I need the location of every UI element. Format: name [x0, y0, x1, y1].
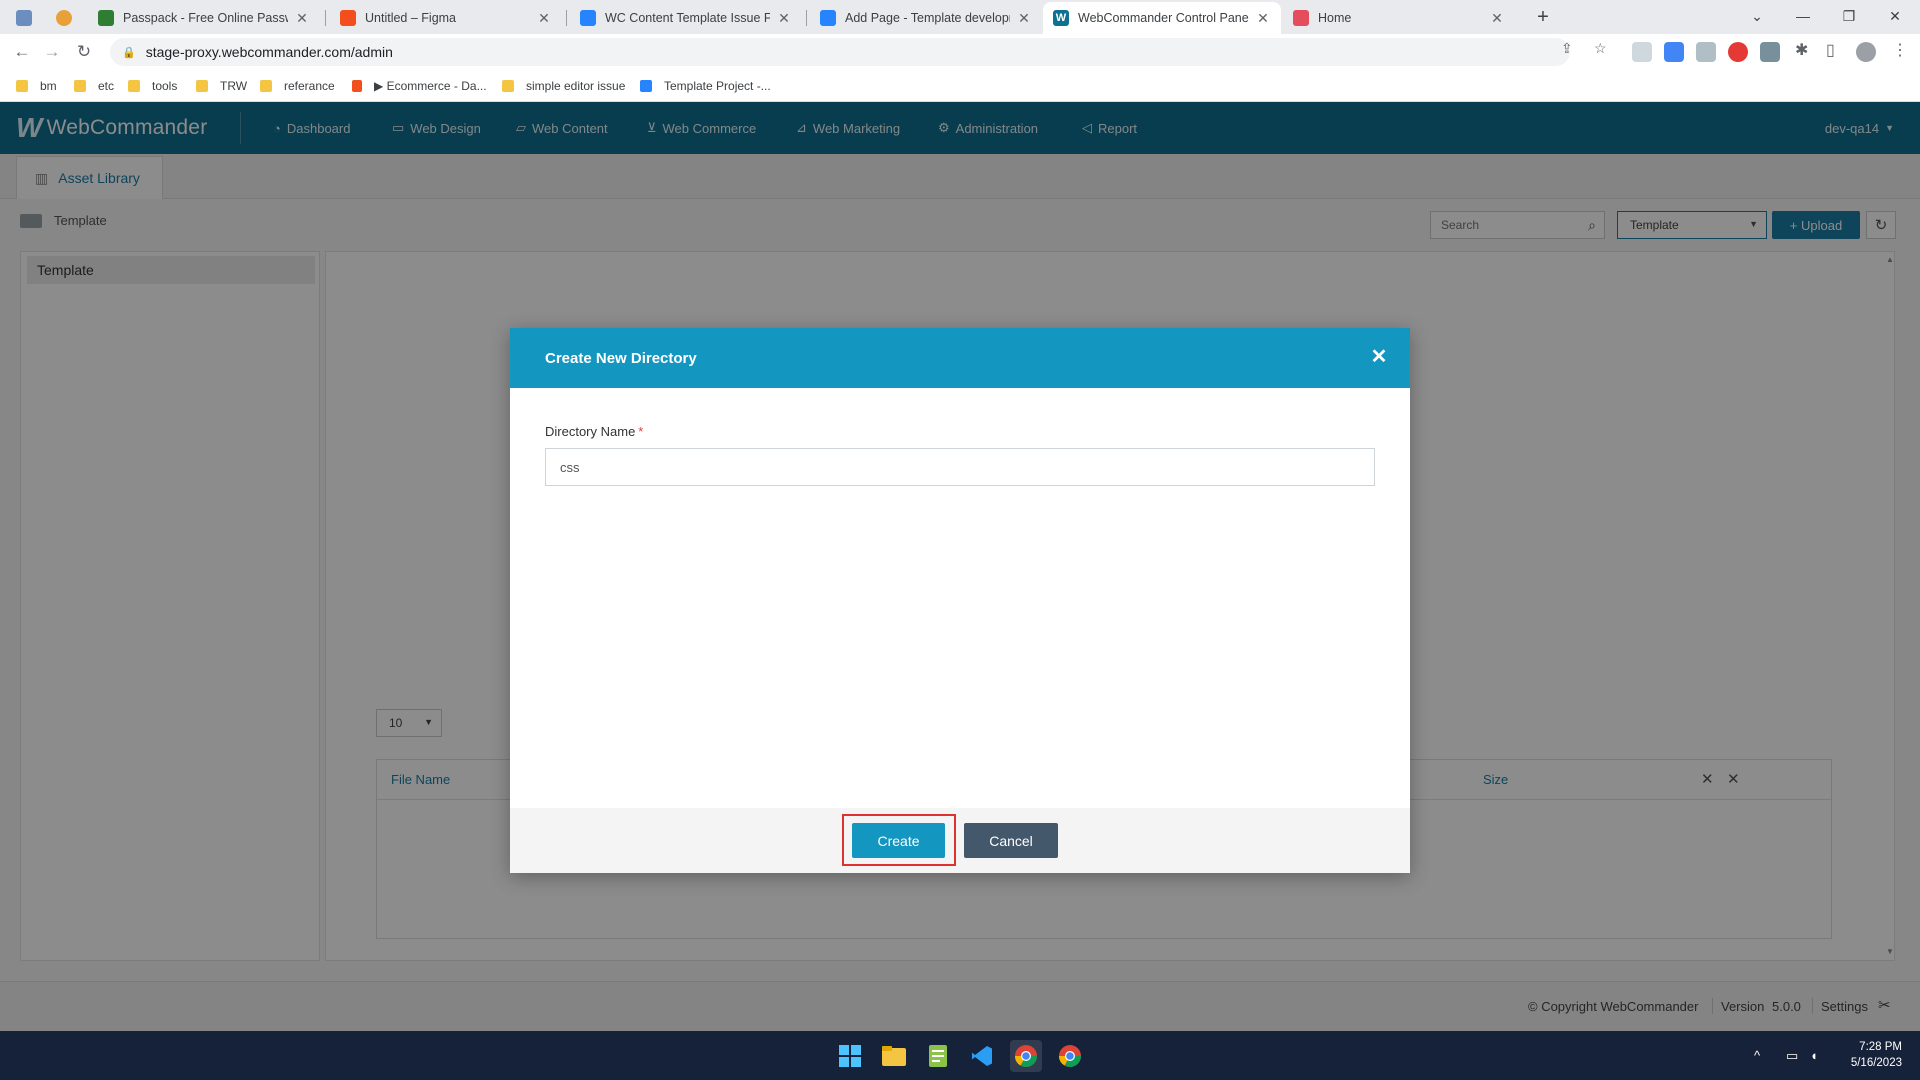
- close-icon[interactable]: ✕: [1489, 10, 1505, 27]
- restore-icon[interactable]: ❐: [1826, 0, 1872, 34]
- dialog-body: Directory Name *: [510, 388, 1410, 808]
- reload-icon[interactable]: ↻: [72, 40, 96, 64]
- close-icon[interactable]: ✕: [1016, 10, 1032, 27]
- browser-tab-1[interactable]: [46, 2, 86, 34]
- bookmark-template-project[interactable]: Template Project -...: [640, 76, 771, 96]
- browser-tab-add-page[interactable]: Add Page - Template developme ✕: [810, 2, 1042, 34]
- cancel-button[interactable]: Cancel: [964, 823, 1058, 858]
- windows-taskbar: ^ ▭ ◖ 7:28 PM 5/16/2023: [0, 1031, 1920, 1080]
- minimize-icon[interactable]: —: [1780, 0, 1826, 34]
- close-icon[interactable]: ✕: [1368, 346, 1390, 368]
- folder-icon: [128, 80, 140, 92]
- folder-icon: [196, 80, 208, 92]
- forward-icon[interactable]: →: [40, 40, 64, 64]
- folder-icon: [502, 80, 514, 92]
- side-panel-icon[interactable]: ▯: [1826, 40, 1835, 64]
- browser-tab-0[interactable]: [6, 2, 46, 34]
- tab-title: Passpack - Free Online Password: [123, 11, 288, 25]
- system-clock[interactable]: 7:28 PM 5/16/2023: [1851, 1039, 1902, 1071]
- profile-avatar[interactable]: [1856, 42, 1876, 62]
- window-close-icon[interactable]: ✕: [1872, 0, 1918, 34]
- tab-title: Add Page - Template developme: [845, 11, 1010, 25]
- create-button[interactable]: Create: [852, 823, 945, 858]
- folder-icon: [16, 80, 28, 92]
- pinned-tab-icon: [16, 10, 32, 26]
- jira-icon: [820, 10, 836, 26]
- tab-title: WC Content Template Issue Fixin: [605, 11, 770, 25]
- webcommander-icon: W: [1053, 10, 1069, 26]
- tab-separator: [325, 10, 326, 26]
- browser-tab-strip: Passpack - Free Online Password ✕ Untitl…: [0, 0, 1920, 34]
- bookmark-ecommerce[interactable]: ▶ Ecommerce - Da...: [352, 76, 487, 96]
- chrome-icon[interactable]: [1010, 1040, 1042, 1072]
- close-icon[interactable]: ✕: [776, 10, 792, 27]
- bookmark-star-icon[interactable]: ☆: [1594, 40, 1607, 64]
- tab-title: Home: [1318, 11, 1352, 25]
- volume-icon[interactable]: ◖: [1810, 1031, 1818, 1080]
- directory-name-label: Directory Name *: [545, 424, 644, 439]
- vscode-icon[interactable]: [966, 1040, 998, 1072]
- close-icon[interactable]: ✕: [536, 10, 552, 27]
- browser-tab-figma[interactable]: Untitled – Figma ✕: [330, 2, 562, 34]
- browser-tab-passpack[interactable]: Passpack - Free Online Password ✕: [88, 2, 320, 34]
- tab-separator: [566, 10, 567, 26]
- browser-tab-webcommander[interactable]: W WebCommander Control Panel ✕: [1043, 2, 1281, 34]
- dialog-title: Create New Directory: [545, 349, 697, 367]
- bookmark-folder-trw[interactable]: TRW: [196, 76, 247, 96]
- folder-icon: [74, 80, 86, 92]
- translate-icon[interactable]: [1664, 42, 1684, 62]
- close-icon[interactable]: ✕: [1255, 10, 1271, 27]
- bookmark-folder-bm[interactable]: bm: [16, 76, 57, 96]
- passpack-icon: [98, 10, 114, 26]
- tab-title: WebCommander Control Panel: [1078, 11, 1249, 25]
- kebab-menu-icon[interactable]: ⋮: [1892, 40, 1908, 64]
- tab-search-icon[interactable]: ⌄: [1734, 0, 1780, 34]
- jira-icon: [640, 80, 652, 92]
- extension-icon[interactable]: [1760, 42, 1780, 62]
- tab-title: Untitled – Figma: [365, 11, 457, 25]
- browser-tab-wc-content[interactable]: WC Content Template Issue Fixin ✕: [570, 2, 802, 34]
- windows-start-icon[interactable]: [834, 1040, 866, 1072]
- share-icon[interactable]: ⇪: [1561, 40, 1573, 64]
- tab-separator: [806, 10, 807, 26]
- required-mark: *: [638, 424, 644, 439]
- pinned-tab-icon: [56, 10, 72, 26]
- extension-icon[interactable]: [1696, 42, 1716, 62]
- file-explorer-icon[interactable]: [878, 1040, 910, 1072]
- chrome-profile-icon[interactable]: [1054, 1040, 1086, 1072]
- bookmark-folder-etc[interactable]: etc: [74, 76, 114, 96]
- lock-icon: 🔒: [122, 46, 136, 59]
- figma-icon: [340, 10, 356, 26]
- home-site-icon: [1293, 10, 1309, 26]
- address-url: stage-proxy.webcommander.com/admin: [145, 44, 393, 60]
- network-icon[interactable]: ▭: [1786, 1031, 1798, 1080]
- bookmarks-bar: bm etc tools TRW referance ▶ Ecommerce -…: [0, 70, 1920, 102]
- puzzle-icon[interactable]: ✱: [1795, 40, 1808, 64]
- extension-icon[interactable]: [1632, 42, 1652, 62]
- create-directory-dialog: Create New Directory ✕ Directory Name * …: [510, 328, 1410, 873]
- clock-time: 7:28 PM: [1859, 1041, 1902, 1053]
- notepad-icon[interactable]: [922, 1040, 954, 1072]
- browser-toolbar: ← → ↻ 🔒 stage-proxy.webcommander.com/adm…: [0, 34, 1920, 70]
- folder-icon: [260, 80, 272, 92]
- tray-overflow-icon[interactable]: ^: [1754, 1031, 1760, 1080]
- dialog-header: Create New Directory ✕: [510, 328, 1410, 388]
- browser-tab-home[interactable]: Home ✕: [1283, 2, 1515, 34]
- back-icon[interactable]: ←: [10, 40, 34, 64]
- clock-date: 5/16/2023: [1850, 1057, 1902, 1069]
- figma-icon: [352, 80, 362, 92]
- bookmark-folder-tools[interactable]: tools: [128, 76, 177, 96]
- close-icon[interactable]: ✕: [294, 10, 310, 27]
- bookmark-folder-referance[interactable]: referance: [260, 76, 335, 96]
- bookmark-folder-simple-editor[interactable]: simple editor issue: [502, 76, 625, 96]
- new-tab-button[interactable]: +: [1531, 6, 1555, 30]
- color-picker-icon[interactable]: [1728, 42, 1748, 62]
- jira-icon: [580, 10, 596, 26]
- dialog-footer: Create Cancel: [510, 808, 1410, 873]
- address-bar[interactable]: 🔒 stage-proxy.webcommander.com/admin: [110, 38, 1570, 66]
- directory-name-input[interactable]: [545, 448, 1375, 486]
